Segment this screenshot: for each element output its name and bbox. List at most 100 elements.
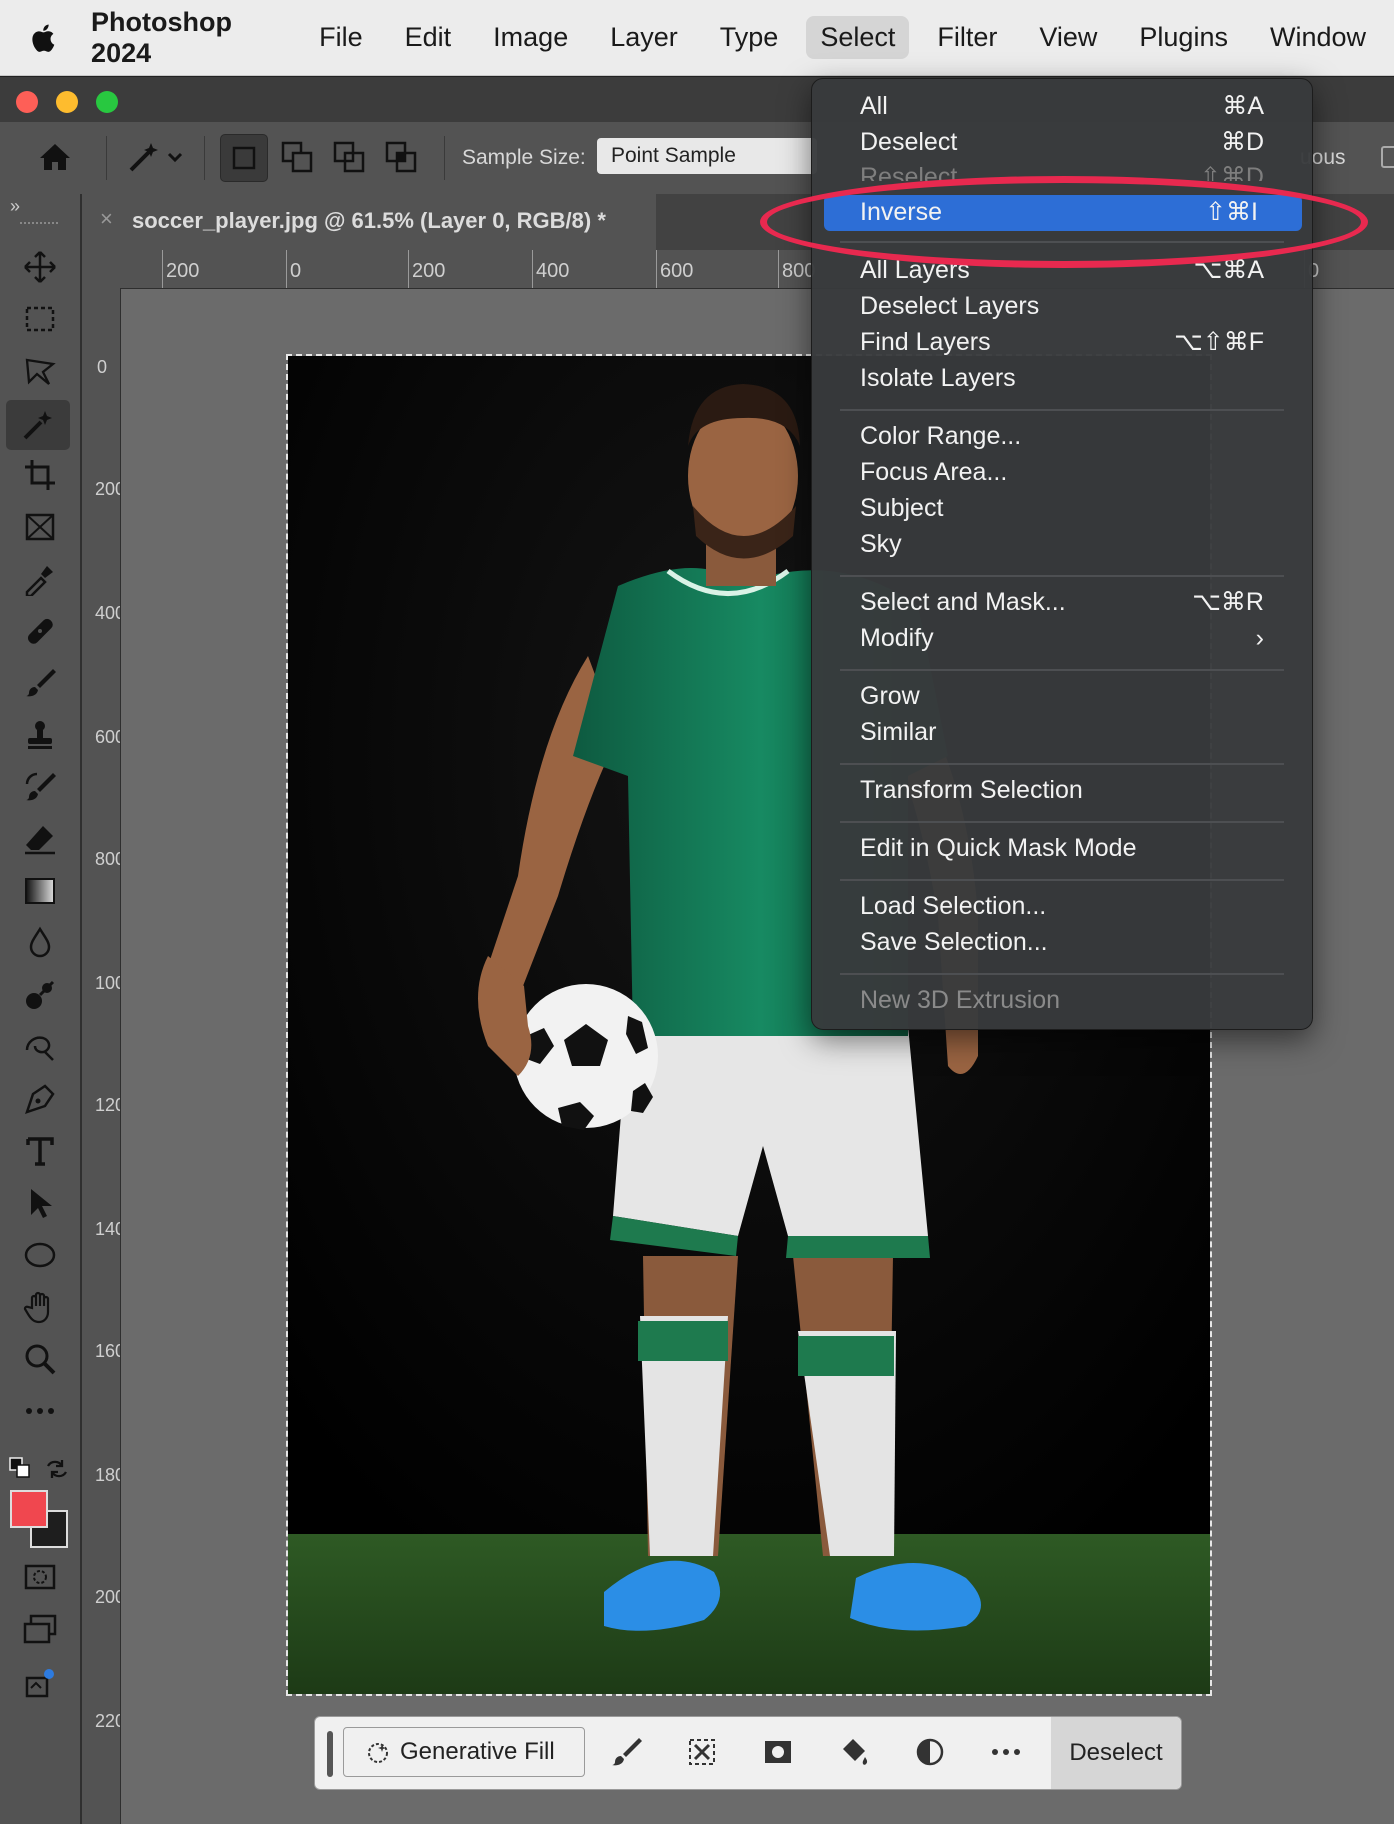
adjustment-layer-icon[interactable] — [913, 1735, 947, 1769]
healing-brush-tool[interactable] — [16, 608, 64, 654]
menu-edit[interactable]: Edit — [391, 16, 466, 59]
more-options-icon[interactable] — [989, 1735, 1023, 1769]
path-selection-tool[interactable] — [16, 1180, 64, 1226]
menu-filter[interactable]: Filter — [923, 16, 1011, 59]
menu-item-find-layers[interactable]: Find Layers ⌥⇧⌘F — [860, 325, 1276, 359]
menu-item-transform-selection[interactable]: Transform Selection — [860, 773, 1276, 807]
close-window-button[interactable] — [16, 91, 38, 113]
eyedropper-tool[interactable] — [16, 556, 64, 602]
new-selection-button[interactable] — [220, 134, 268, 182]
menu-item-select-and-mask[interactable]: Select and Mask... ⌥⌘R — [860, 585, 1276, 619]
menu-separator — [840, 575, 1284, 577]
toolbox-grip[interactable] — [20, 222, 58, 230]
sample-size-label: Sample Size: — [462, 146, 586, 169]
mask-icon[interactable] — [761, 1735, 795, 1769]
menu-item-isolate-layers[interactable]: Isolate Layers — [860, 361, 1276, 395]
frame-tool[interactable] — [16, 504, 64, 550]
quick-mask-button[interactable] — [16, 1554, 64, 1600]
ruler-label: 800 — [95, 849, 120, 869]
history-brush-tool[interactable] — [16, 764, 64, 810]
foreground-color-swatch[interactable] — [10, 1490, 48, 1528]
default-colors-icon[interactable] — [8, 1456, 32, 1480]
sparkle-icon — [368, 1743, 388, 1763]
eraser-tool[interactable] — [16, 816, 64, 862]
pen-tool[interactable] — [16, 1076, 64, 1122]
menu-item-quick-mask-mode[interactable]: Edit in Quick Mask Mode — [860, 831, 1276, 865]
marquee-tool[interactable] — [16, 296, 64, 342]
menu-plugins[interactable]: Plugins — [1125, 16, 1242, 59]
edit-toolbar-button[interactable] — [16, 1388, 64, 1434]
home-button[interactable] — [32, 134, 78, 180]
menu-item-modify[interactable]: Modify › — [860, 621, 1276, 655]
menu-item-label: Isolate Layers — [860, 364, 1016, 392]
screen-mode-button[interactable] — [16, 1606, 64, 1652]
sample-size-select[interactable]: Point Sample — [597, 138, 817, 174]
menu-item-focus-area[interactable]: Focus Area... — [860, 455, 1276, 489]
move-tool[interactable] — [16, 244, 64, 290]
menu-item-sky[interactable]: Sky — [860, 527, 1276, 561]
close-tab-icon[interactable]: × — [100, 206, 113, 232]
dodge-tool[interactable] — [16, 972, 64, 1018]
menu-item-subject[interactable]: Subject — [860, 491, 1276, 525]
ruler-label: 0 — [96, 357, 107, 377]
blur-tool[interactable] — [16, 920, 64, 966]
app-name-menu[interactable]: Photoshop 2024 — [91, 7, 265, 69]
menu-item-label: Transform Selection — [860, 776, 1083, 804]
hand-tool[interactable] — [16, 1284, 64, 1330]
menu-select[interactable]: Select — [806, 16, 910, 59]
fill-selection-icon[interactable] — [837, 1735, 871, 1769]
menu-item-deselect-layers[interactable]: Deselect Layers — [860, 289, 1276, 323]
document-tab[interactable]: × soccer_player.jpg @ 61.5% (Layer 0, RG… — [82, 194, 656, 250]
menu-item-similar[interactable]: Similar — [860, 715, 1276, 749]
menu-item-color-range[interactable]: Color Range... — [860, 419, 1276, 453]
gradient-tool[interactable] — [16, 868, 64, 914]
menu-type[interactable]: Type — [706, 16, 793, 59]
menu-item-label: Focus Area... — [860, 458, 1008, 486]
generative-fill-button[interactable]: Generative Fill — [343, 1727, 585, 1777]
menu-file[interactable]: File — [305, 16, 377, 59]
subtract-from-selection-button[interactable] — [326, 134, 372, 180]
crop-tool[interactable] — [16, 452, 64, 498]
contiguous-checkbox[interactable] — [1381, 146, 1394, 168]
zoom-tool[interactable] — [16, 1336, 64, 1382]
swap-colors-icon[interactable] — [44, 1456, 70, 1482]
lasso-icon — [25, 358, 56, 385]
intersect-selection-button[interactable] — [378, 134, 424, 180]
vertical-ruler[interactable]: 0 200 400 600 800 1000 1200 1400 1600 18… — [82, 288, 121, 1824]
modify-selection-icon[interactable] — [609, 1735, 643, 1769]
move-icon — [24, 251, 56, 283]
tool-preset-picker[interactable] — [120, 134, 192, 180]
menu-item-load-selection[interactable]: Load Selection... — [860, 889, 1276, 923]
apple-icon[interactable] — [30, 21, 55, 55]
transform-selection-icon[interactable] — [685, 1735, 719, 1769]
menu-view[interactable]: View — [1025, 16, 1111, 59]
lasso-tool[interactable] — [16, 348, 64, 394]
task-bar-deselect-button[interactable]: Deselect — [1051, 1717, 1181, 1789]
subtract-selection-icon — [333, 141, 365, 173]
menu-item-save-selection[interactable]: Save Selection... — [860, 925, 1276, 959]
ruler-label: 200 — [412, 260, 446, 282]
menu-item-deselect[interactable]: Deselect ⌘D — [860, 125, 1276, 159]
stamp-icon — [28, 721, 52, 749]
menu-layer[interactable]: Layer — [596, 16, 692, 59]
clone-stamp-tool[interactable] — [16, 712, 64, 758]
minimize-window-button[interactable] — [56, 91, 78, 113]
menu-item-all[interactable]: All ⌘A — [860, 89, 1276, 123]
magic-wand-tool[interactable] — [6, 400, 70, 450]
ellipse-tool[interactable] — [16, 1232, 64, 1278]
brush-tool[interactable] — [16, 660, 64, 706]
menu-item-label: Deselect Layers — [860, 292, 1040, 320]
smudge-tool[interactable] — [16, 1024, 64, 1070]
zoom-window-button[interactable] — [96, 91, 118, 113]
collapse-toolbar-icon[interactable]: » — [10, 196, 20, 217]
task-bar-grip[interactable] — [327, 1731, 333, 1777]
menu-item-grow[interactable]: Grow — [860, 679, 1276, 713]
menu-image[interactable]: Image — [479, 16, 582, 59]
type-tool[interactable] — [16, 1128, 64, 1174]
menu-item-label: Save Selection... — [860, 928, 1048, 956]
menu-window[interactable]: Window — [1256, 16, 1380, 59]
menu-item-label: Similar — [860, 718, 937, 746]
discover-button[interactable] — [16, 1660, 64, 1706]
highlight-annotation-ellipse — [760, 176, 1368, 268]
add-to-selection-button[interactable] — [274, 134, 320, 180]
